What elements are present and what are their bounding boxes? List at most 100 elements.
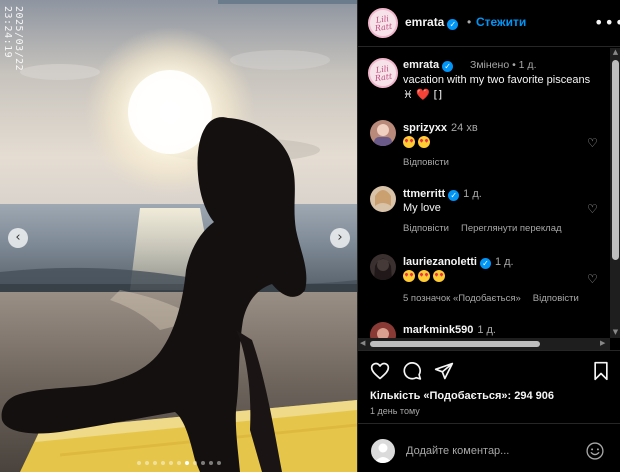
post-header: Lili Ratt emrata✓ • Стежити ••• <box>358 0 620 47</box>
commenter-avatar[interactable] <box>370 186 396 212</box>
comment-item: sprizyxx 24 хв Відповісти ♡ <box>358 120 610 170</box>
comment-username[interactable]: ttmerritt ✓ 1 д. <box>403 188 482 201</box>
like-comment-heart-icon[interactable]: ♡ <box>587 202 598 216</box>
comment-likes-count[interactable]: 5 позначок «Подобається» <box>403 293 521 304</box>
carousel-dot[interactable] <box>168 461 173 465</box>
reply-link[interactable]: Відповісти <box>533 293 579 304</box>
author-avatar[interactable]: Lili Ratt <box>368 8 398 38</box>
comment-text: My love <box>403 202 441 214</box>
emoji-picker-icon[interactable] <box>585 441 605 461</box>
comment-time: 1 д. <box>494 256 514 268</box>
verified-badge-icon: ✓ <box>442 61 454 72</box>
commenter-avatar[interactable] <box>370 322 396 338</box>
scroll-right-arrow-icon[interactable]: ▶ <box>600 339 605 347</box>
reply-link[interactable]: Відповісти <box>403 223 449 234</box>
scroll-up-arrow-icon[interactable]: ▲ <box>610 48 620 58</box>
share-paper-plane-icon[interactable] <box>434 361 454 381</box>
more-options-icon[interactable]: ••• <box>594 13 620 32</box>
photo-timestamp: 2025/03/22 23:24:19 <box>2 6 24 72</box>
comment-item: ttmerritt ✓ 1 д. My love Відповісти Перегля… <box>358 186 610 236</box>
comment-item: markmink590 1 д. <box>358 322 610 338</box>
add-comment-input[interactable] <box>406 442 586 460</box>
comment-actions: 5 позначок «Подобається» Відповісти <box>403 293 591 304</box>
comments-horizontal-scrollbar[interactable]: ◀ ▶ <box>358 338 610 350</box>
avatar-logo-text: Lili Ratt <box>374 14 393 34</box>
comment-username[interactable]: markmink590 1 д. <box>403 324 496 336</box>
comment-time: 1 д. <box>477 324 496 336</box>
commenter-avatar-image <box>377 328 389 338</box>
comment-text <box>403 270 448 283</box>
caption-avatar-logo-text: Lili Ratt <box>374 64 393 84</box>
post-photo: 2025/03/22 23:24:19 ‹ › <box>0 0 357 472</box>
comment-username[interactable]: sprizyxx 24 хв <box>403 122 478 134</box>
comment-username-text[interactable]: markmink590 <box>403 324 473 336</box>
comment-bubble-icon[interactable] <box>402 361 422 381</box>
likes-count[interactable]: Кількість «Подобається»: 294 906 <box>370 390 554 402</box>
caption-text: vacation with my two favorite pisceans <box>403 74 591 86</box>
carousel-dot[interactable] <box>176 461 181 465</box>
add-comment-bar <box>358 428 620 472</box>
default-user-icon <box>374 443 392 463</box>
carousel-dot[interactable] <box>192 461 197 465</box>
carousel-dot[interactable] <box>200 461 205 465</box>
commenter-avatar[interactable] <box>370 120 396 146</box>
carousel-dot[interactable] <box>208 461 213 465</box>
caption-avatar[interactable]: Lili Ratt <box>368 58 398 88</box>
heart-eyes-emoji-icon <box>418 136 430 148</box>
comment-time: 1 д. <box>463 188 482 200</box>
comment-text <box>403 136 433 149</box>
carousel-dot[interactable] <box>216 461 221 465</box>
previous-slide-button[interactable]: ‹ <box>8 228 28 248</box>
comment-username[interactable]: lauriezanoletti ✓ 1 д. <box>403 256 514 269</box>
heart-eyes-emoji-icon <box>433 270 445 282</box>
scroll-down-arrow-icon[interactable]: ▼ <box>610 328 620 338</box>
heart-eyes-emoji-icon <box>403 270 415 282</box>
carousel-dot[interactable] <box>160 461 165 465</box>
see-translation-link[interactable]: Переглянути переклад <box>461 223 562 234</box>
save-bookmark-icon[interactable] <box>592 361 610 381</box>
like-comment-heart-icon[interactable]: ♡ <box>587 136 598 150</box>
post-caption: Lili Ratt emrata ✓ Змінено • 1 д. vacatio… <box>358 48 610 110</box>
heart-eyes-emoji-icon <box>418 270 430 282</box>
verified-badge-icon: ✓ <box>447 19 459 30</box>
commenter-avatar-image <box>375 190 391 206</box>
horizontal-scroll-thumb[interactable] <box>370 341 540 347</box>
comment-username-text[interactable]: ttmerritt <box>403 188 445 200</box>
comment-actions: Відповісти Переглянути переклад <box>403 223 574 234</box>
comments-vertical-scrollbar[interactable]: ▲ ▼ <box>610 48 620 338</box>
next-slide-button[interactable]: › <box>330 228 350 248</box>
post-age: 1 день тому <box>370 406 420 416</box>
carousel-dot[interactable] <box>184 461 189 465</box>
caption-username-text[interactable]: emrata <box>403 59 439 71</box>
top-image-edge <box>218 0 357 4</box>
author-username[interactable]: emrata ✓ <box>405 15 459 30</box>
comment-time: 24 хв <box>451 122 478 134</box>
commenter-avatar[interactable] <box>370 254 396 280</box>
like-heart-icon[interactable] <box>370 361 390 381</box>
comments-list[interactable]: Lili Ratt emrata ✓ Змінено • 1 д. vacatio… <box>358 48 610 338</box>
beach-sunset-image <box>0 0 357 472</box>
post-actions-bar: Кількість «Подобається»: 294 906 1 день … <box>358 350 620 424</box>
caption-emoji-line: ♓ ❤️ [] <box>403 88 443 101</box>
reply-link[interactable]: Відповісти <box>403 157 449 168</box>
like-comment-heart-icon[interactable]: ♡ <box>587 272 598 286</box>
vertical-scroll-thumb[interactable] <box>612 60 619 260</box>
follow-button[interactable]: Стежити <box>476 15 526 29</box>
scroll-left-arrow-icon[interactable]: ◀ <box>360 339 365 347</box>
comment-item: lauriezanoletti ✓ 1 д. 5 позначок «Подобає… <box>358 254 610 306</box>
commenter-avatar-image <box>374 124 392 146</box>
header-separator: • <box>467 15 472 29</box>
comment-username-text[interactable]: lauriezanoletti <box>403 256 477 268</box>
carousel-dots <box>0 461 357 465</box>
caption-username[interactable]: emrata ✓ <box>403 59 454 72</box>
post-side-panel: Lili Ratt emrata✓ • Стежити ••• Lili Rat… <box>357 0 620 472</box>
carousel-dot[interactable] <box>136 461 141 465</box>
author-username-text[interactable]: emrata <box>405 15 444 29</box>
verified-badge-icon: ✓ <box>448 190 460 201</box>
carousel-dot[interactable] <box>144 461 149 465</box>
caption-meta: Змінено • 1 д. <box>470 59 537 71</box>
commenter-avatar-image <box>374 258 392 280</box>
comment-username-text[interactable]: sprizyxx <box>403 122 447 134</box>
comment-actions: Відповісти <box>403 157 461 168</box>
carousel-dot[interactable] <box>152 461 157 465</box>
